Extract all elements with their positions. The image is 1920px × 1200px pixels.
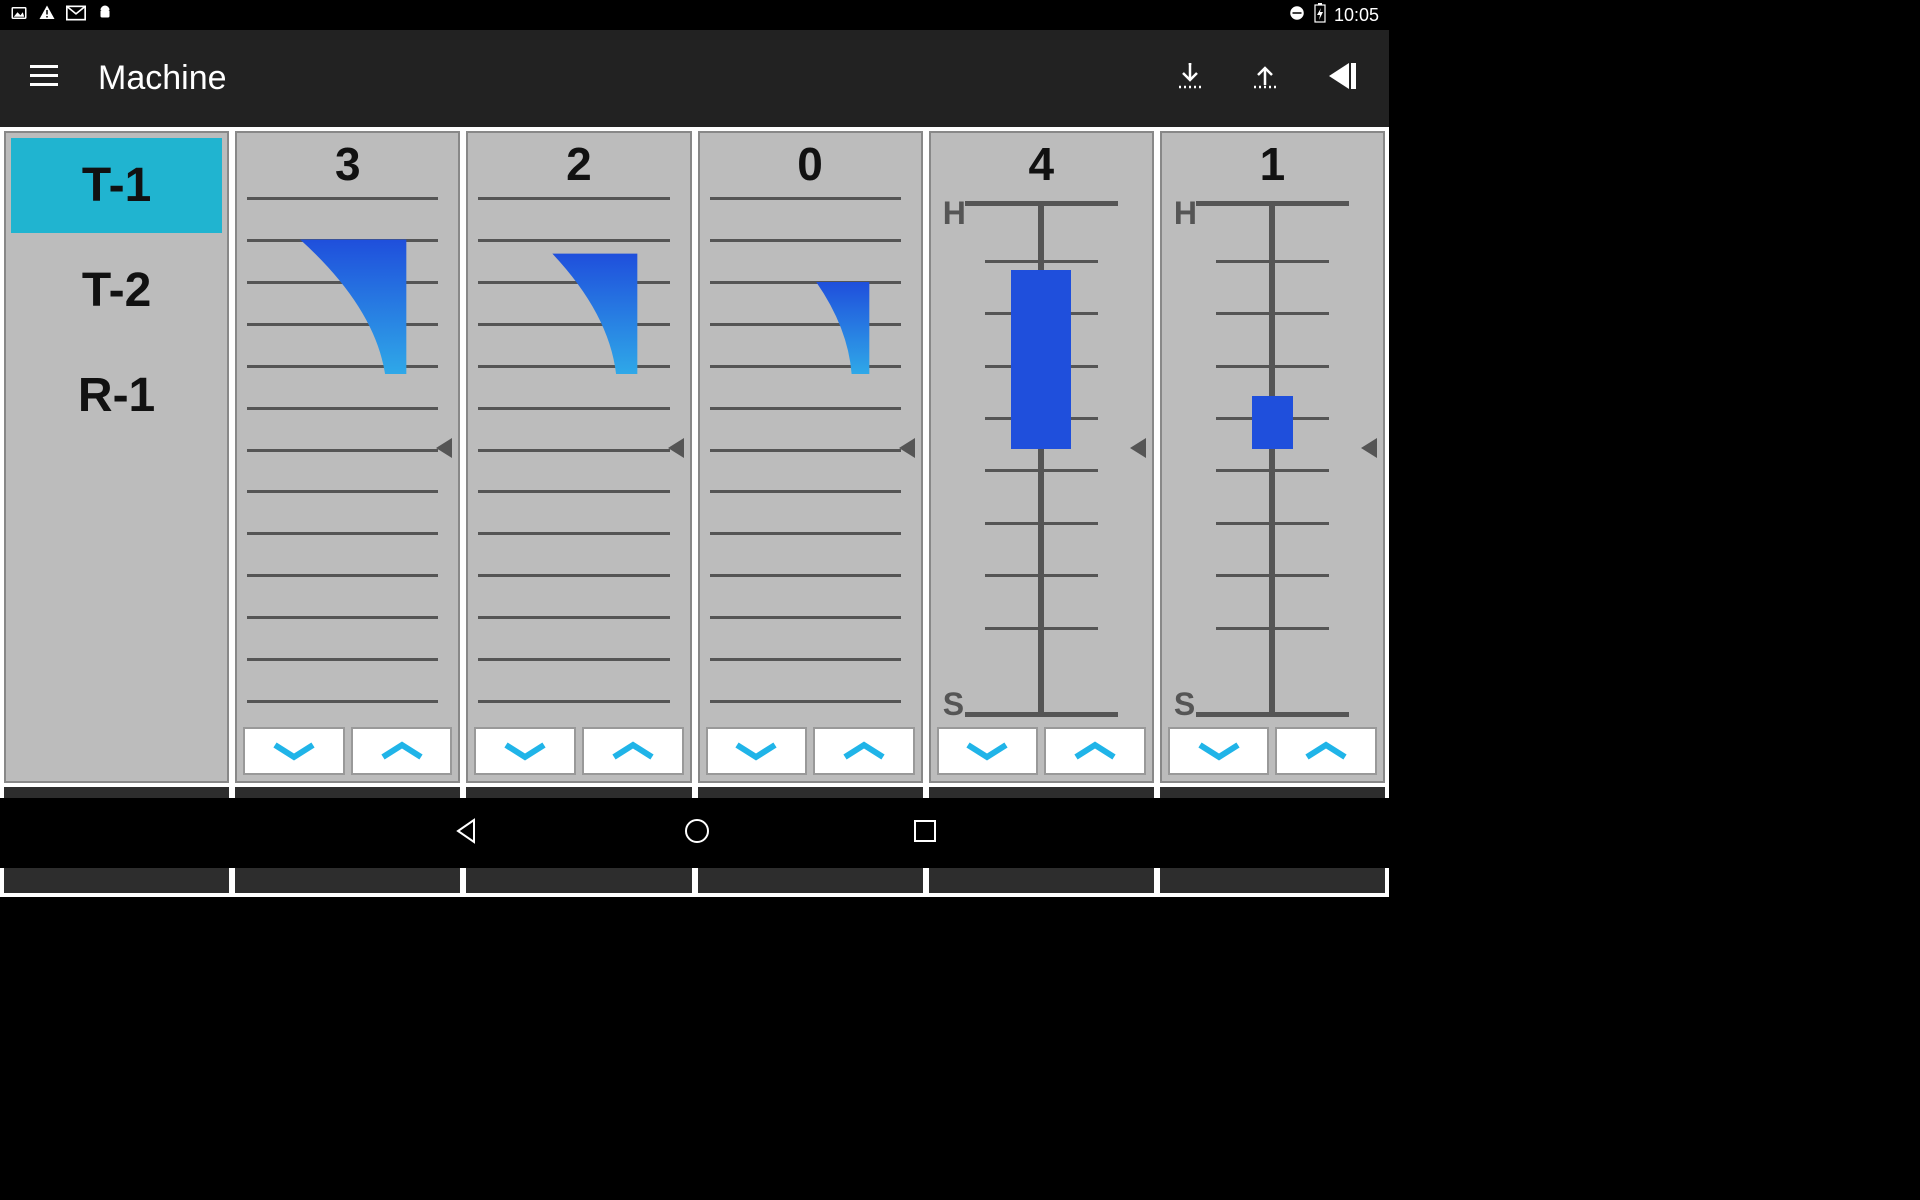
- firm-soft-label: S: [943, 686, 964, 723]
- profile-item-t2[interactable]: T-2: [11, 243, 222, 338]
- profile-sidebar: T-1 T-2 R-1: [4, 131, 229, 783]
- nav-home-icon[interactable]: [682, 816, 712, 851]
- hamburger-icon[interactable]: [30, 65, 58, 92]
- gauge-marker-icon: [668, 438, 684, 458]
- increase-button[interactable]: [1044, 727, 1146, 775]
- decrease-button[interactable]: [474, 727, 576, 775]
- app-title: Machine: [98, 59, 227, 98]
- decrease-button[interactable]: [243, 727, 345, 775]
- param-front-firm: 4 H S: [929, 131, 1154, 783]
- param-brake: 3: [235, 131, 460, 783]
- firm-soft-label: S: [1174, 686, 1195, 723]
- upload-icon[interactable]: [1250, 61, 1280, 96]
- dnd-icon: [1288, 4, 1306, 27]
- profile-item-t1[interactable]: T-1: [11, 138, 222, 233]
- gauge-fill: [247, 197, 424, 374]
- param-value: 2: [468, 137, 689, 193]
- increase-button[interactable]: [351, 727, 453, 775]
- param-value: 0: [700, 137, 921, 193]
- firm-high-label: H: [943, 195, 966, 232]
- gauge-marker-icon: [436, 438, 452, 458]
- warning-icon: [38, 4, 56, 27]
- back-skip-icon[interactable]: [1325, 61, 1359, 96]
- gauge-brake: [247, 197, 448, 721]
- status-icons-left: [10, 4, 114, 27]
- battery-charging-icon: [1314, 3, 1326, 28]
- main-panel: T-1 T-2 R-1 3: [0, 127, 1389, 787]
- profile-label: T-2: [82, 263, 151, 318]
- gauge-rear-firm: H S: [1172, 197, 1373, 721]
- image-icon: [10, 4, 28, 27]
- profile-label: T-1: [82, 158, 151, 213]
- android-icon: [96, 4, 114, 27]
- param-value: 3: [237, 137, 458, 193]
- profile-label: R-1: [78, 368, 155, 423]
- app-bar: Machine: [0, 30, 1389, 127]
- gauge-front-firm: H S: [941, 197, 1142, 721]
- decrease-button[interactable]: [706, 727, 808, 775]
- firm-high-label: H: [1174, 195, 1197, 232]
- gauge-corner: [478, 197, 679, 721]
- download-icon[interactable]: [1175, 61, 1205, 96]
- param-rear-firm: 1 H S: [1160, 131, 1385, 783]
- gauge-marker-icon: [1361, 438, 1377, 458]
- increase-button[interactable]: [813, 727, 915, 775]
- android-nav-bar: [0, 798, 1389, 868]
- increase-button[interactable]: [582, 727, 684, 775]
- gauge-marker-icon: [899, 438, 915, 458]
- status-icons-right: 10:05: [1288, 3, 1379, 28]
- increase-button[interactable]: [1275, 727, 1377, 775]
- decrease-button[interactable]: [1168, 727, 1270, 775]
- param-value: 1: [1162, 137, 1383, 193]
- gauge-accel: [710, 197, 911, 721]
- profile-item-r1[interactable]: R-1: [11, 348, 222, 443]
- status-time: 10:05: [1334, 5, 1379, 26]
- mail-icon: [66, 5, 86, 26]
- param-accel: 0: [698, 131, 923, 783]
- param-corner: 2: [466, 131, 691, 783]
- nav-recent-icon[interactable]: [912, 818, 938, 849]
- nav-back-icon[interactable]: [452, 816, 482, 851]
- gauge-marker-icon: [1130, 438, 1146, 458]
- decrease-button[interactable]: [937, 727, 1039, 775]
- gauge-fill: [710, 197, 887, 374]
- param-value: 4: [931, 137, 1152, 193]
- gauge-fill: [478, 197, 655, 374]
- status-bar: 10:05: [0, 0, 1389, 30]
